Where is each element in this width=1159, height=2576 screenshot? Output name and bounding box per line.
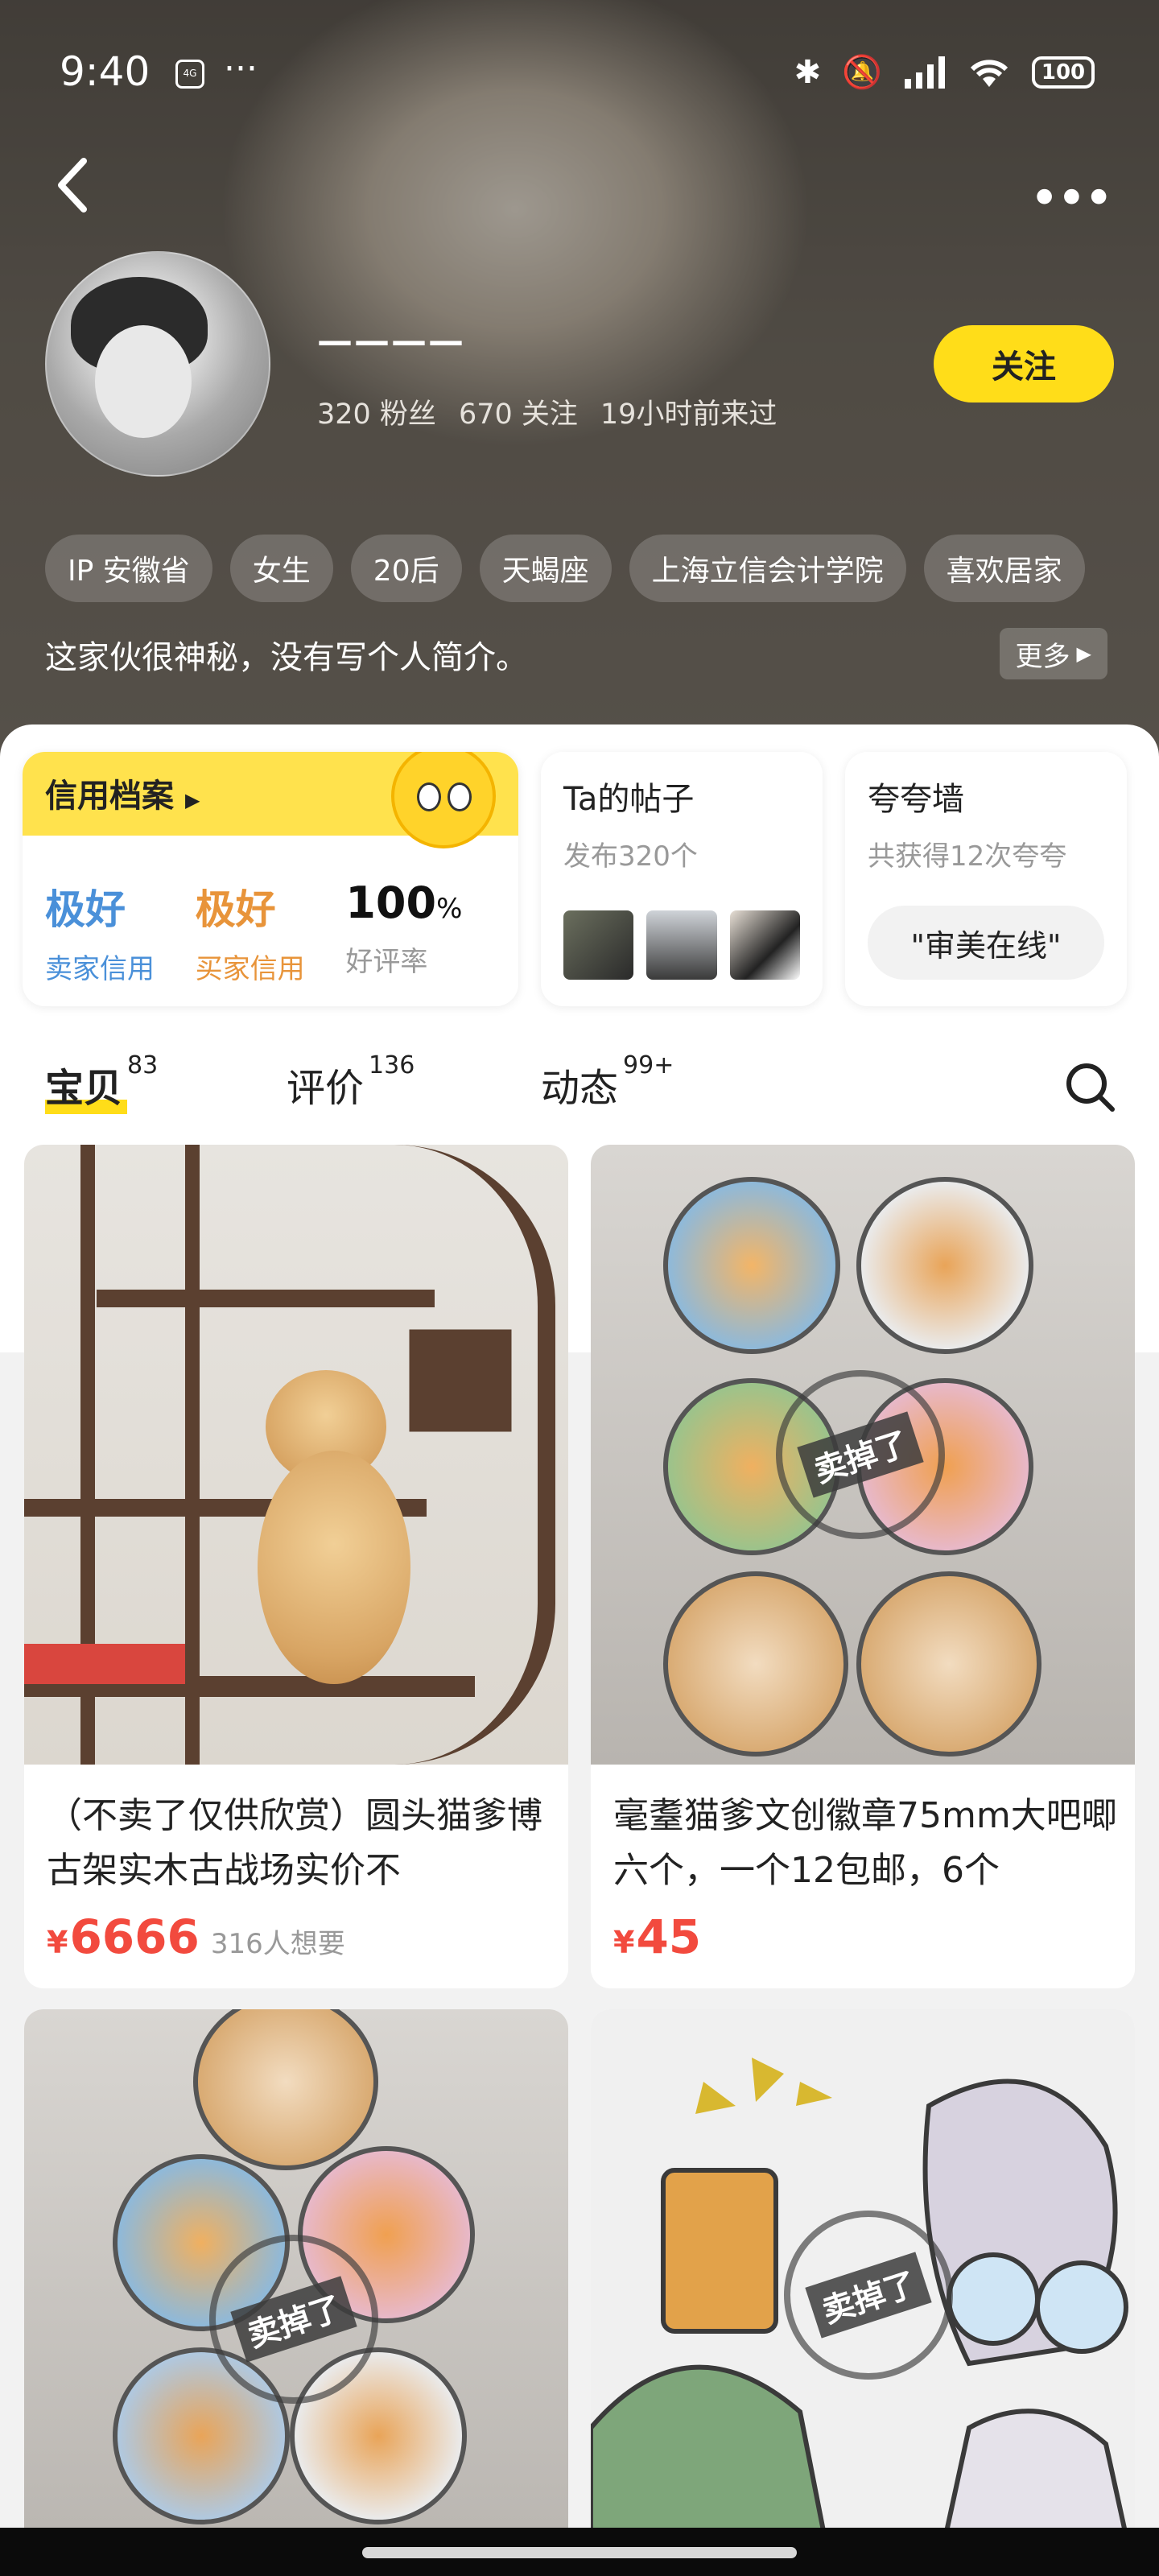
buyer-credit: 极好 买家信用: [196, 877, 346, 1006]
seller-credit: 极好 卖家信用: [45, 877, 196, 1006]
buyer-credit-value: 极好: [195, 886, 276, 933]
posts-subtitle: 发布320个: [563, 840, 698, 873]
fans-count[interactable]: 320 粉丝: [317, 391, 436, 432]
more-options-icon[interactable]: •••: [1029, 169, 1114, 229]
profile-header: 9:40 4G ··· ✱ 🔕 100 ••• ———— 320 粉丝 670 …: [0, 0, 1159, 773]
sold-stamp: 卖掉了: [784, 2211, 953, 2380]
credit-card[interactable]: 信用档案 ▶ 极好 卖家信用 极好 买家信用 100% 好评率: [23, 752, 518, 1006]
signal-icon: [905, 56, 945, 89]
follow-button[interactable]: 关注: [934, 325, 1114, 402]
tag-zodiac: 天蝎座: [479, 535, 612, 602]
wifi-icon: [970, 59, 1008, 87]
product-card[interactable]: 卖掉了: [591, 2009, 1135, 2576]
tab-items[interactable]: 宝贝 83: [45, 1051, 287, 1121]
tag-hobby: 喜欢居家: [923, 535, 1085, 602]
profile-name: ————: [317, 320, 465, 361]
status-time: 9:40: [60, 48, 151, 95]
credit-header: 信用档案 ▶: [23, 752, 518, 848]
last-seen: 19小时前来过: [600, 398, 777, 431]
seller-credit-label: 卖家信用: [45, 953, 155, 985]
want-count: 316人想要: [210, 1928, 345, 1960]
back-arrow-icon[interactable]: [48, 153, 97, 217]
following-count[interactable]: 670 关注: [459, 391, 578, 432]
tag-ip: IP 安徽省: [45, 535, 212, 602]
caret-right-icon: ▶: [184, 789, 200, 811]
product-price: ¥ 6666 316人想要: [47, 1909, 345, 1964]
home-indicator[interactable]: [362, 2547, 797, 2558]
praise-wall-card[interactable]: 夸夸墙 共获得12次夸夸 "审美在线": [845, 752, 1127, 1006]
tag-school: 上海立信会计学院: [629, 535, 906, 602]
posts-card[interactable]: Ta的帖子 发布320个: [541, 752, 823, 1006]
bio-more-label: 更多: [1015, 640, 1070, 673]
buyer-credit-label: 买家信用: [195, 953, 305, 985]
credit-body: 极好 卖家信用 极好 买家信用 100% 好评率: [23, 848, 518, 1006]
sold-stamp: 卖掉了: [776, 1370, 945, 1539]
product-image: 卖掉了: [591, 2009, 1135, 2576]
tab-activity[interactable]: 动态 99+: [541, 1051, 674, 1121]
product-image: 卖掉了: [24, 2009, 568, 2576]
profile-bio: 这家伙很神秘，没有写个人简介。: [45, 639, 528, 676]
product-title: （不卖了仅供欣赏）圆头猫爹博古架实木古战场实价不: [47, 1795, 542, 1891]
posts-thumbnails: [563, 910, 800, 980]
product-card[interactable]: 卖掉了 毫耋猫爹文创徽章75mm大吧唧六个，一个12包邮，6个 ¥ 45: [591, 1145, 1135, 1988]
mute-bell-icon: 🔕: [842, 54, 882, 91]
profile-stats: 320 粉丝 670 关注 19小时前来过: [317, 391, 777, 432]
posts-title: Ta的帖子: [563, 781, 695, 818]
tag-age: 20后: [350, 535, 462, 602]
mascot-icon: [391, 752, 496, 848]
tag-gender: 女生: [229, 535, 333, 602]
post-thumbnail: [563, 910, 634, 980]
product-price: ¥ 45: [613, 1909, 702, 1964]
product-card[interactable]: 卖掉了: [24, 2009, 568, 2576]
seller-credit-value: 极好: [45, 886, 126, 933]
notification-dots-icon: ···: [224, 48, 258, 89]
status-icons: ✱ 🔕 100: [794, 53, 1095, 91]
product-card[interactable]: （不卖了仅供欣赏）圆头猫爹博古架实木古战场实价不 ¥ 6666 316人想要: [24, 1145, 568, 1988]
profile-tags: IP 安徽省 女生 20后 天蝎座 上海立信会计学院 喜欢居家: [45, 535, 1085, 602]
product-title: 毫耋猫爹文创徽章75mm大吧唧六个，一个12包邮，6个: [613, 1795, 1117, 1891]
rating-value: 100%: [345, 877, 463, 928]
tab-reviews[interactable]: 评价 136: [287, 1051, 541, 1121]
sold-stamp: 卖掉了: [209, 2235, 378, 2404]
post-thumbnail: [729, 910, 800, 980]
battery-icon: 100: [1032, 56, 1095, 89]
bluetooth-icon: ✱: [794, 53, 822, 91]
rating-label: 好评率: [345, 946, 428, 978]
post-thumbnail: [646, 910, 717, 980]
positive-rating: 100% 好评率: [345, 877, 496, 1006]
carrier-icon: 4G: [175, 60, 204, 89]
avatar[interactable]: [45, 251, 270, 477]
credit-title: 信用档案 ▶: [45, 778, 200, 815]
bio-more-button[interactable]: 更多 ▶: [999, 628, 1107, 679]
product-image: [24, 1145, 568, 1765]
praise-subtitle: 共获得12次夸夸: [868, 840, 1067, 873]
profile-tabs: 宝贝 83 评价 136 动态 99+: [45, 1051, 674, 1121]
search-icon[interactable]: [1064, 1061, 1116, 1113]
caret-right-icon: ▶: [1076, 642, 1091, 665]
praise-chip: "审美在线": [868, 906, 1104, 980]
praise-title: 夸夸墙: [868, 781, 964, 818]
product-image: 卖掉了: [591, 1145, 1135, 1765]
status-bar: 9:40 4G ··· ✱ 🔕 100: [0, 48, 1159, 105]
